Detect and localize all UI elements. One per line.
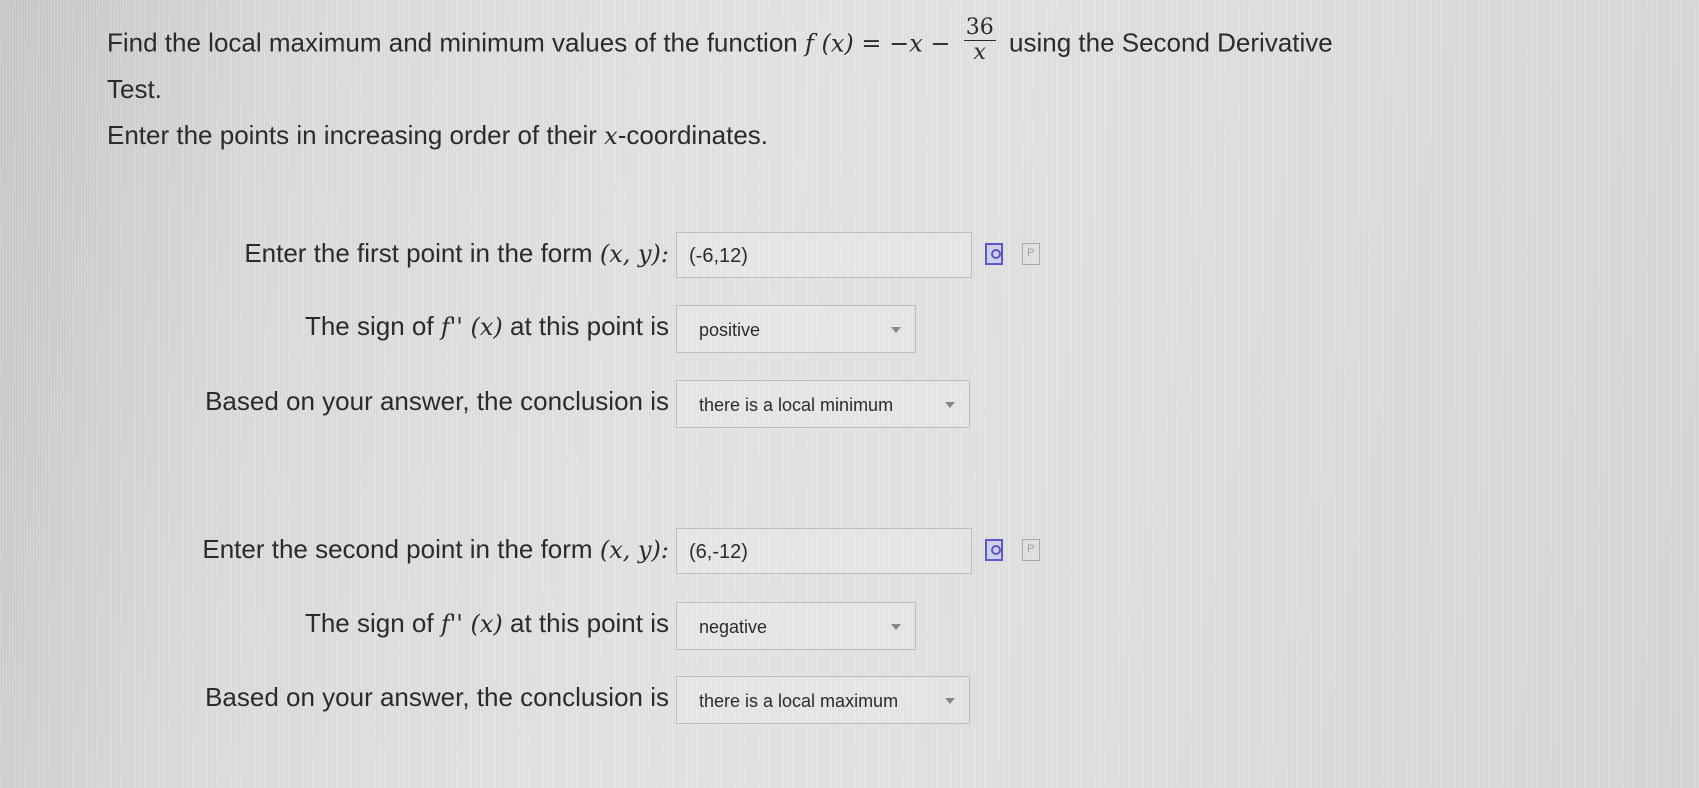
point1-conclusion-select[interactable]: there is a local minimum xyxy=(676,380,970,428)
instruction-text: Enter the points in increasing order of … xyxy=(107,120,768,151)
fraction-numerator: 36 xyxy=(963,15,996,41)
chevron-down-icon xyxy=(945,402,955,408)
point2-sign-value: negative xyxy=(699,617,768,637)
point1-input[interactable]: (-6,12) xyxy=(676,232,972,278)
point1-form: (x, y): xyxy=(599,240,669,268)
point2-conclusion-row: Based on your answer, the conclusion is … xyxy=(0,676,1699,726)
question-line2: Test. xyxy=(107,74,162,104)
formula-icon-letter: P xyxy=(1027,247,1035,259)
chevron-down-icon xyxy=(891,327,901,333)
question-text: Find the local maximum and minimum value… xyxy=(107,16,1607,109)
point1-sign-math: f'' (x) xyxy=(440,313,503,341)
chevron-down-icon xyxy=(945,698,955,704)
formula-icon-letter: P xyxy=(1027,543,1035,555)
point1-sign-row: The sign of f'' (x) at this point is pos… xyxy=(0,305,1699,355)
point2-sign-post: at this point is xyxy=(510,608,669,638)
function-expression: f (x) = −x − xyxy=(805,29,951,58)
formula-icon[interactable]: P xyxy=(1022,539,1040,561)
point1-sign-post: at this point is xyxy=(510,311,669,341)
point2-sign-row: The sign of f'' (x) at this point is neg… xyxy=(0,602,1699,652)
instruction-pre: Enter the points in increasing order of … xyxy=(107,120,597,150)
point2-sign-select[interactable]: negative xyxy=(676,602,916,650)
point1-sign-select[interactable]: positive xyxy=(676,305,916,353)
point2-label-text: Enter the second point in the form xyxy=(202,534,593,564)
point1-conclusion-label: Based on your answer, the conclusion is xyxy=(205,386,669,416)
instruction-var: x xyxy=(604,122,618,150)
point2-form: (x, y): xyxy=(599,536,669,564)
point2-input[interactable]: (6,-12) xyxy=(676,528,972,574)
point2-sign-math: f'' (x) xyxy=(440,610,503,638)
point1-sign-pre: The sign of xyxy=(304,311,434,341)
point1-conclusion-value: there is a local minimum xyxy=(699,395,894,415)
question-suffix: using the Second Derivative xyxy=(1009,27,1333,58)
fraction: 36 x xyxy=(963,15,996,65)
preview-icon[interactable] xyxy=(985,539,1003,561)
formula-icon[interactable]: P xyxy=(1022,243,1040,265)
chevron-down-icon xyxy=(891,624,901,630)
point1-sign-label: The sign of f'' (x) at this point is xyxy=(305,311,669,342)
point2-conclusion-select[interactable]: there is a local maximum xyxy=(676,676,970,724)
point2-label: Enter the second point in the form (x, y… xyxy=(202,534,669,565)
point2-sign-pre: The sign of xyxy=(304,608,434,638)
point2-conclusion-value: there is a local maximum xyxy=(699,691,899,711)
point1-row: Enter the first point in the form (x, y)… xyxy=(0,232,1699,282)
point2-conclusion-label: Based on your answer, the conclusion is xyxy=(205,682,669,712)
point1-conclusion-row: Based on your answer, the conclusion is … xyxy=(0,380,1699,430)
instruction-post: -coordinates. xyxy=(617,120,769,150)
fraction-denominator: x xyxy=(973,40,986,65)
point1-label-text: Enter the first point in the form xyxy=(244,238,593,268)
point1-sign-value: positive xyxy=(699,320,761,340)
preview-icon[interactable] xyxy=(985,243,1003,265)
question-prefix: Find the local maximum and minimum value… xyxy=(107,27,798,58)
point2-sign-label: The sign of f'' (x) at this point is xyxy=(305,608,669,639)
point2-row: Enter the second point in the form (x, y… xyxy=(0,528,1699,578)
point1-label: Enter the first point in the form (x, y)… xyxy=(244,238,669,269)
